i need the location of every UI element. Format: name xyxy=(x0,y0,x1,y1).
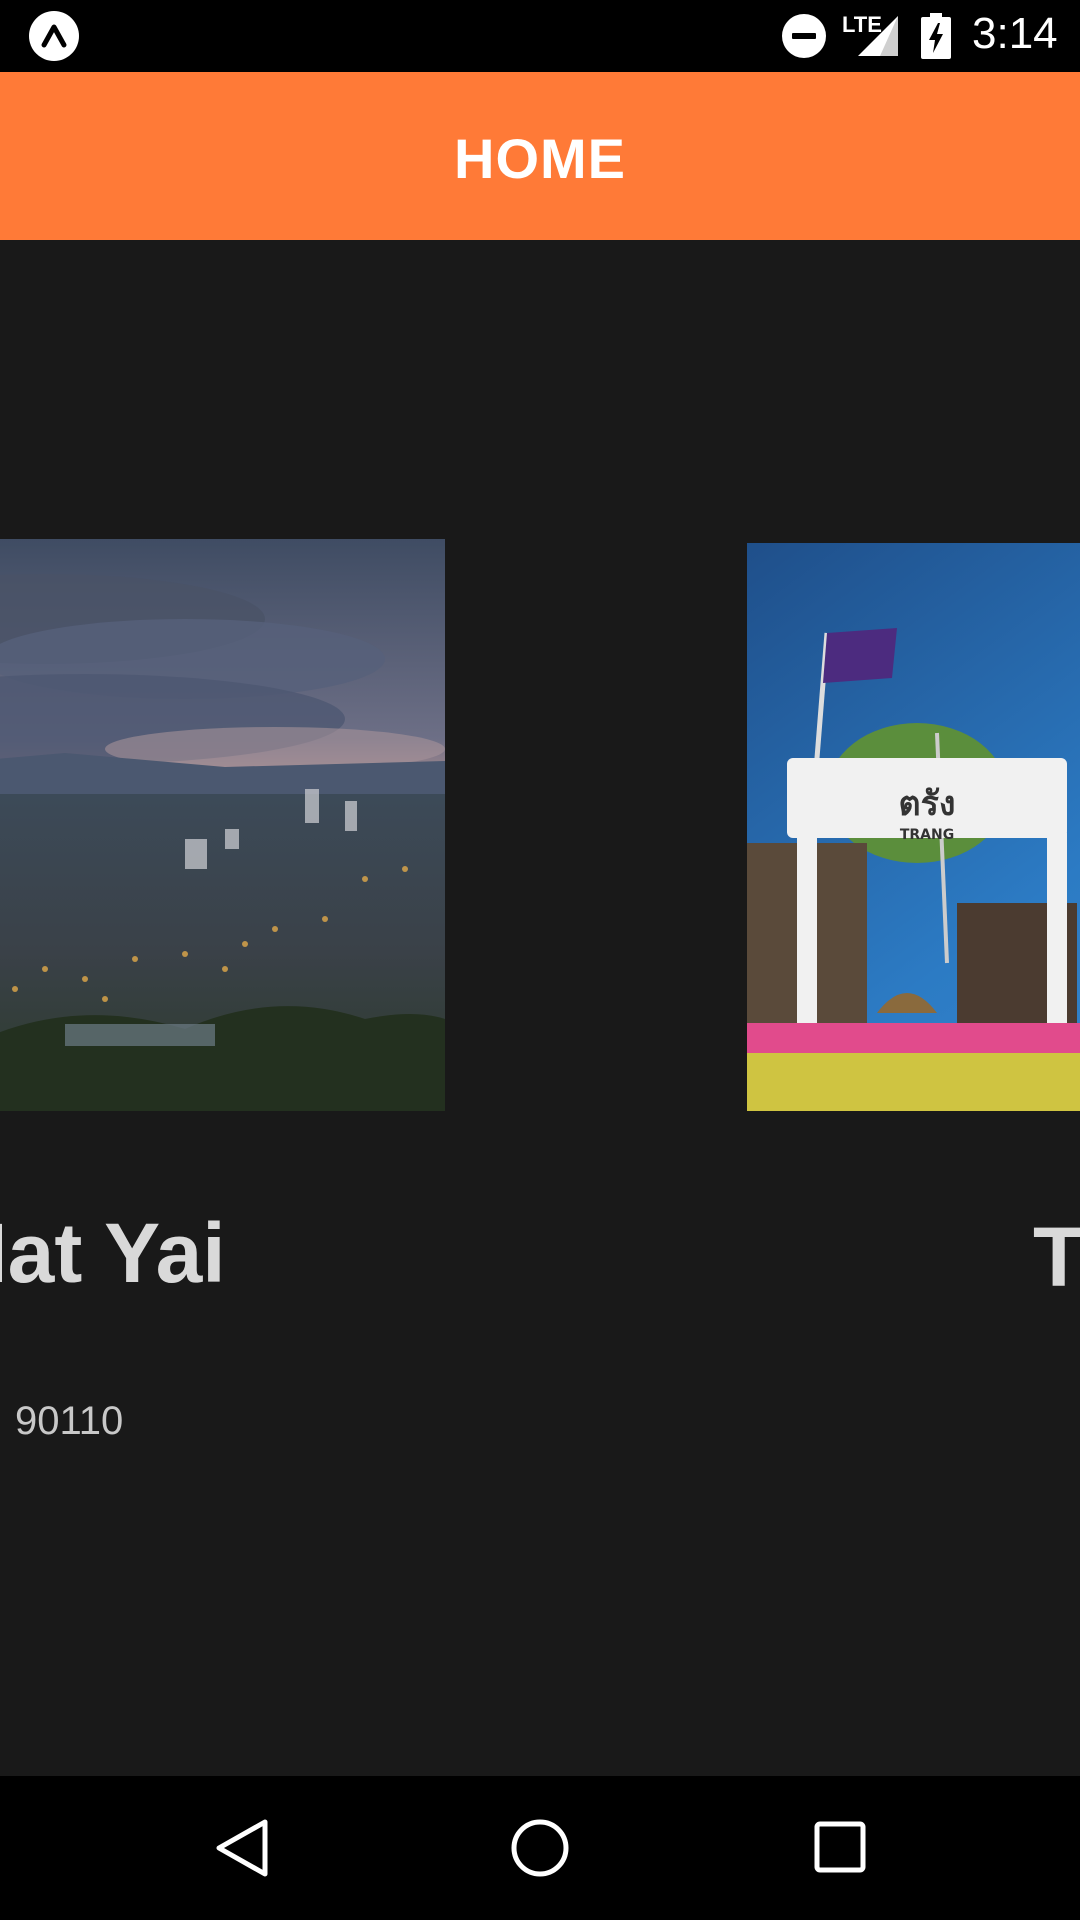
signal-icon xyxy=(858,16,898,56)
navigation-bar xyxy=(0,1776,1080,1920)
battery-charging-icon xyxy=(921,13,951,59)
app-logo-icon xyxy=(29,11,79,61)
location-carousel[interactable]: Hat Yai 90110 xyxy=(0,240,1080,1776)
do-not-disturb-icon xyxy=(782,14,826,58)
home-icon[interactable] xyxy=(508,1816,572,1880)
status-time: 3:14 xyxy=(972,9,1058,58)
card-subtitle: 90110 xyxy=(15,1399,124,1443)
city-skyline-image xyxy=(0,539,445,1111)
card-title: Hat Yai xyxy=(0,1206,226,1300)
svg-text:ตรัง: ตรัง xyxy=(899,784,956,824)
page-title: HOME xyxy=(454,127,626,190)
back-icon[interactable] xyxy=(211,1816,271,1880)
trang-sign-image: ตรัง TRANG xyxy=(747,543,1080,1111)
recents-icon[interactable] xyxy=(812,1819,868,1875)
status-bar: LTE 3:14 xyxy=(0,0,1080,72)
app-bar: HOME xyxy=(0,72,1080,240)
card-title: Trang xyxy=(1033,1210,1080,1304)
svg-text:TRANG: TRANG xyxy=(900,827,954,843)
